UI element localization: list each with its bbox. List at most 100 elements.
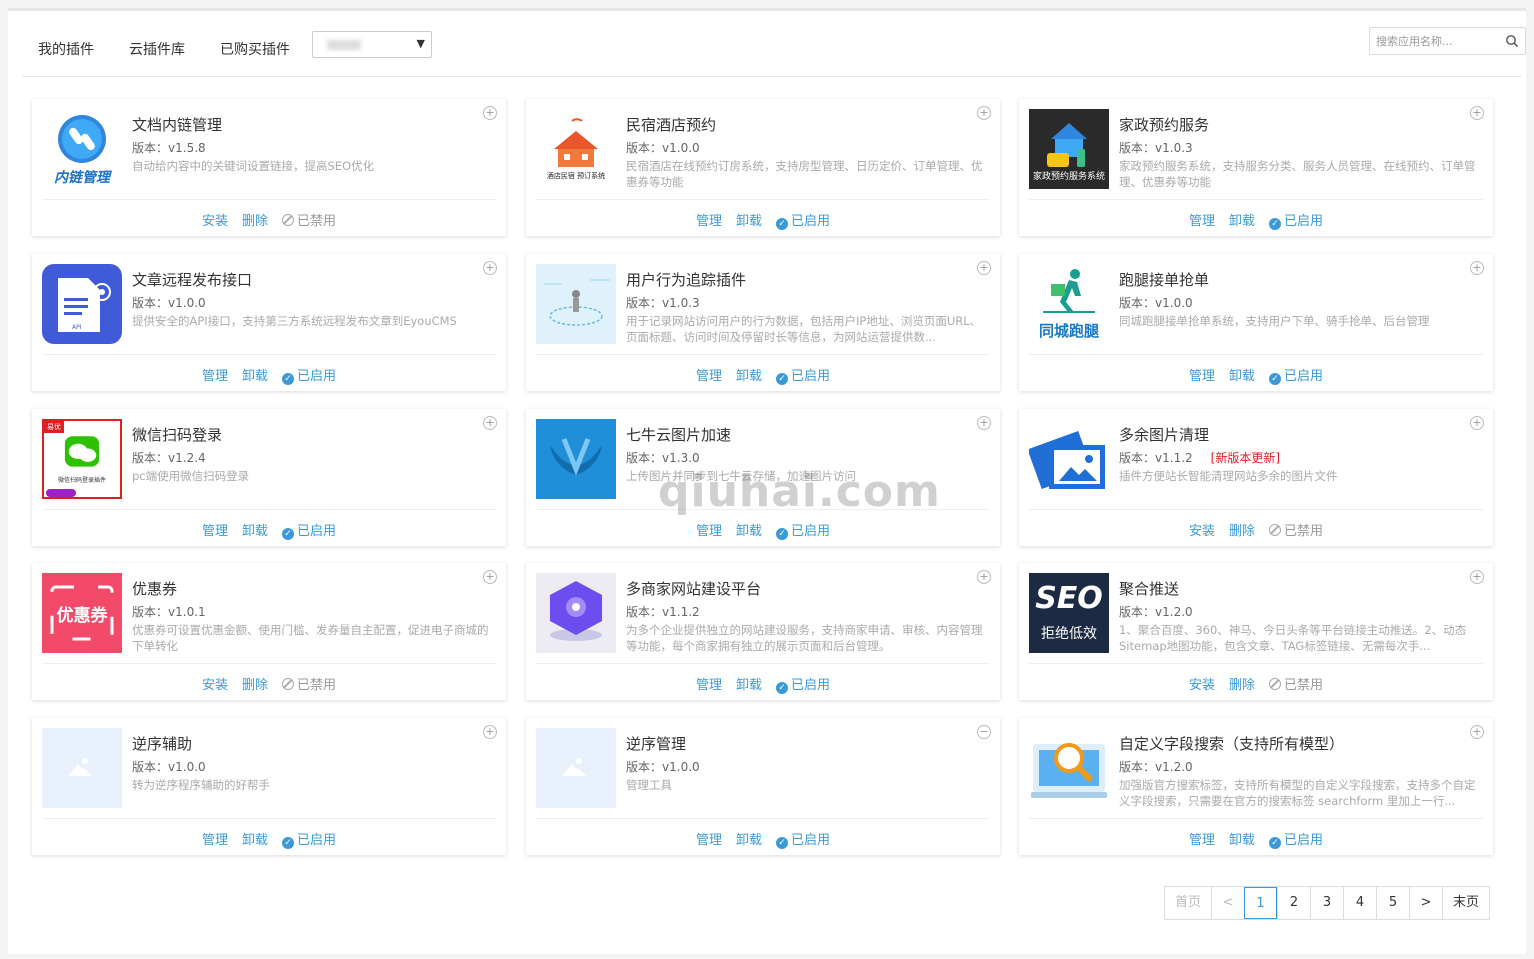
new-version-tag[interactable]: [新版本更新] <box>1211 451 1280 465</box>
status-label: 已启用 <box>297 833 337 848</box>
expand-icon[interactable]: + <box>1470 570 1484 584</box>
status-disabled[interactable]: 已禁用 <box>1269 678 1323 693</box>
tab-purchased-plugins[interactable]: 已购买插件 <box>220 39 290 59</box>
manage-button[interactable]: 管理 <box>696 524 722 539</box>
status-enabled[interactable]: ✓ 已启用 <box>776 833 830 849</box>
expand-icon[interactable]: + <box>483 106 497 120</box>
plugin-description: 家政预约服务系统，支持服务分类、服务人员管理、在线预约、订单管理、优惠券等功能 <box>1119 159 1476 189</box>
divider <box>1029 354 1483 355</box>
manage-button[interactable]: 管理 <box>202 833 228 848</box>
plugin-thumbnail <box>536 264 616 344</box>
install-button[interactable]: 安装 <box>202 214 228 229</box>
pagination-last[interactable]: 末页 <box>1442 887 1490 919</box>
uninstall-button[interactable]: 卸载 <box>736 369 762 384</box>
status-disabled[interactable]: 已禁用 <box>282 678 336 693</box>
manage-button[interactable]: 管理 <box>1189 833 1215 848</box>
check-circle-icon: ✓ <box>776 373 788 385</box>
check-circle-icon: ✓ <box>282 528 294 540</box>
status-disabled[interactable]: 已禁用 <box>1269 524 1323 539</box>
delete-button[interactable]: 删除 <box>1229 524 1255 539</box>
tab-cloud-plugins[interactable]: 云插件库 <box>129 39 185 59</box>
expand-icon[interactable]: + <box>483 725 497 739</box>
status-disabled[interactable]: 已禁用 <box>282 214 336 229</box>
delete-button[interactable]: 删除 <box>242 678 268 693</box>
thumb-text: 微信扫码登录插件 <box>57 477 106 484</box>
plugin-version: 版本：v1.1.2 [新版本更新] <box>1119 449 1280 466</box>
delete-button[interactable]: 删除 <box>1229 678 1255 693</box>
uninstall-button[interactable]: 卸载 <box>1229 214 1255 229</box>
uninstall-button[interactable]: 卸载 <box>736 524 762 539</box>
plugin-actions: 管理 卸载 ✓ 已启用 <box>32 829 506 849</box>
uninstall-button[interactable]: 卸载 <box>1229 833 1255 848</box>
manage-button[interactable]: 管理 <box>202 369 228 384</box>
uninstall-button[interactable]: 卸载 <box>242 369 268 384</box>
status-enabled[interactable]: ✓ 已启用 <box>1269 833 1323 849</box>
install-button[interactable]: 安装 <box>1189 678 1215 693</box>
expand-icon[interactable]: + <box>977 261 991 275</box>
delete-button[interactable]: 删除 <box>242 214 268 229</box>
plugin-thumbnail <box>42 728 122 808</box>
thumb-text: 家政预约服务系统 <box>1032 172 1105 182</box>
expand-icon[interactable]: + <box>977 416 991 430</box>
version-value: v1.0.0 <box>662 760 700 774</box>
pagination-page-3[interactable]: 3 <box>1310 887 1344 919</box>
manage-button[interactable]: 管理 <box>696 214 722 229</box>
platform-icon <box>550 581 602 641</box>
uninstall-button[interactable]: 卸载 <box>242 833 268 848</box>
plugin-title: 跑腿接单抢单 <box>1119 271 1210 289</box>
pagination-prev[interactable]: < <box>1211 887 1245 919</box>
expand-icon[interactable]: + <box>483 261 497 275</box>
search-icon[interactable] <box>1505 34 1519 48</box>
expand-icon[interactable]: + <box>977 570 991 584</box>
pagination-page-1[interactable]: 1 <box>1244 887 1278 919</box>
expand-icon[interactable]: + <box>1470 416 1484 430</box>
uninstall-button[interactable]: 卸载 <box>736 214 762 229</box>
pagination-next[interactable]: > <box>1409 887 1443 919</box>
expand-icon[interactable]: + <box>1470 106 1484 120</box>
uninstall-button[interactable]: 卸载 <box>1229 369 1255 384</box>
pagination-page-2[interactable]: 2 <box>1277 887 1311 919</box>
plugin-actions: 管理 卸载 ✓ 已启用 <box>32 520 506 540</box>
status-enabled[interactable]: ✓ 已启用 <box>1269 369 1323 385</box>
search-input[interactable] <box>1370 28 1495 54</box>
status-enabled[interactable]: ✓ 已启用 <box>282 833 337 849</box>
pagination-page-4[interactable]: 4 <box>1343 887 1377 919</box>
manage-button[interactable]: 管理 <box>1189 214 1215 229</box>
plugin-title: 家政预约服务 <box>1119 116 1210 134</box>
plugin-manager-panel: 我的插件 云插件库 已购买插件 ▼ +内链管理文档内链管理版本：v1.5.8自动… <box>8 8 1526 954</box>
expand-icon[interactable]: + <box>1470 725 1484 739</box>
expand-icon[interactable]: + <box>483 570 497 584</box>
expand-icon[interactable]: + <box>1470 261 1484 275</box>
expand-icon[interactable]: + <box>977 106 991 120</box>
status-enabled[interactable]: ✓ 已启用 <box>776 524 830 540</box>
version-value: v1.2.0 <box>1155 760 1193 774</box>
pagination-first[interactable]: 首页 <box>1165 887 1212 919</box>
manage-button[interactable]: 管理 <box>696 833 722 848</box>
uninstall-button[interactable]: 卸载 <box>736 833 762 848</box>
divider <box>1029 818 1483 819</box>
pagination-page-5[interactable]: 5 <box>1376 887 1410 919</box>
status-enabled[interactable]: ✓ 已启用 <box>776 678 830 694</box>
plugin-card: + 用户行为追踪插件 版本：v1.0.3 用于记录网站访问用户的行为数据，包括用户IP… <box>526 254 1000 391</box>
tab-my-plugins[interactable]: 我的插件 <box>38 39 94 59</box>
install-button[interactable]: 安装 <box>202 678 228 693</box>
collapse-icon[interactable]: − <box>977 725 991 739</box>
install-button[interactable]: 安装 <box>1189 524 1215 539</box>
status-enabled[interactable]: ✓ 已启用 <box>776 214 830 230</box>
category-select[interactable]: ▼ <box>312 31 432 58</box>
status-enabled[interactable]: ✓ 已启用 <box>1269 214 1323 230</box>
expand-icon[interactable]: + <box>483 416 497 430</box>
status-enabled[interactable]: ✓ 已启用 <box>282 524 336 540</box>
status-enabled[interactable]: ✓ 已启用 <box>282 369 336 385</box>
status-enabled[interactable]: ✓ 已启用 <box>776 369 830 385</box>
uninstall-button[interactable]: 卸载 <box>736 678 762 693</box>
plugin-actions: 管理 卸载 ✓ 已启用 <box>526 210 1000 230</box>
plugin-version: 版本：v1.0.0 <box>132 294 206 311</box>
manage-button[interactable]: 管理 <box>696 369 722 384</box>
manage-button[interactable]: 管理 <box>696 678 722 693</box>
plugin-card: + 七牛云图片加速 版本：v1.3.0 上传图片并同步到七牛云存储，加速图片访问 管理卸… <box>526 409 1000 546</box>
version-prefix: 版本： <box>1119 141 1156 155</box>
uninstall-button[interactable]: 卸载 <box>242 524 268 539</box>
manage-button[interactable]: 管理 <box>1189 369 1215 384</box>
manage-button[interactable]: 管理 <box>202 524 228 539</box>
